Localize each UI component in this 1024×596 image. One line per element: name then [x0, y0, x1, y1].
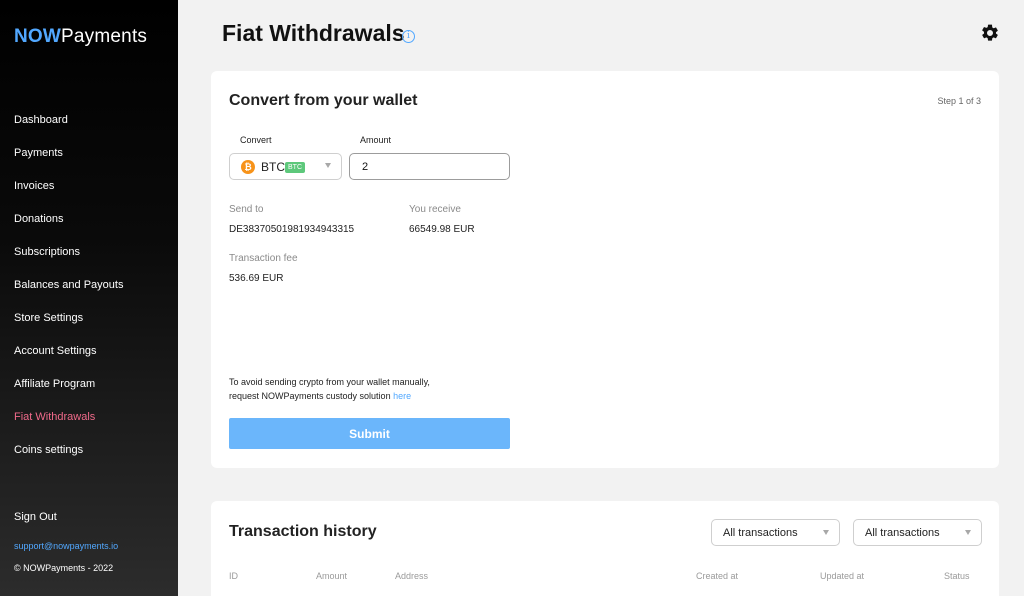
sidebar-item-account-settings[interactable]: Account Settings — [14, 341, 123, 374]
sidebar-item-donations[interactable]: Donations — [14, 209, 123, 242]
sidebar-nav: Dashboard Payments Invoices Donations Su… — [14, 110, 123, 473]
custody-here-link[interactable]: here — [393, 391, 411, 401]
copyright-text: © NOWPayments - 2022 — [14, 563, 114, 573]
currency-select-value: BTC — [261, 160, 285, 174]
custody-note-line2: request NOWPayments custody solution — [229, 391, 394, 401]
convert-card: Convert from your wallet Step 1 of 3 Con… — [211, 71, 999, 468]
bitcoin-icon: ₿ — [241, 160, 255, 174]
column-header-address[interactable]: Address — [395, 571, 428, 581]
brand-logo[interactable]: NOWPayments — [14, 26, 147, 48]
sidebar-item-fiat-withdrawals[interactable]: Fiat Withdrawals — [14, 407, 123, 440]
transaction-filter-1[interactable]: All transactions — [711, 519, 840, 546]
sidebar-item-coins-settings[interactable]: Coins settings — [14, 440, 123, 473]
column-header-status[interactable]: Status — [944, 571, 970, 581]
amount-label: Amount — [360, 135, 392, 145]
currency-select[interactable]: ₿ BTC BTC — [229, 153, 342, 180]
sidebar: NOWPayments Dashboard Payments Invoices … — [0, 0, 178, 596]
sidebar-item-dashboard[interactable]: Dashboard — [14, 110, 123, 143]
custody-note: To avoid sending crypto from your wallet… — [229, 375, 430, 403]
amount-input[interactable] — [349, 153, 510, 180]
column-header-amount[interactable]: Amount — [316, 571, 347, 581]
column-header-updated-at[interactable]: Updated at — [820, 571, 864, 581]
page-title: Fiat Withdrawals — [222, 20, 405, 46]
step-indicator: Step 1 of 3 — [937, 96, 981, 106]
history-card: Transaction history All transactions All… — [211, 501, 999, 596]
brand-logo-part2: Payments — [61, 26, 148, 47]
chevron-down-icon — [823, 530, 829, 535]
chevron-down-icon — [965, 530, 971, 535]
sidebar-item-affiliate-program[interactable]: Affiliate Program — [14, 374, 123, 407]
convert-label: Convert — [240, 135, 272, 145]
fee-value: 536.69 EUR — [229, 273, 284, 284]
receive-label: You receive — [409, 204, 461, 215]
info-icon[interactable]: i — [402, 30, 415, 43]
sidebar-item-subscriptions[interactable]: Subscriptions — [14, 242, 123, 275]
sidebar-item-balances-and-payouts[interactable]: Balances and Payouts — [14, 275, 123, 308]
transaction-filter-2-value: All transactions — [865, 527, 940, 539]
custody-note-line1: To avoid sending crypto from your wallet… — [229, 377, 430, 387]
history-card-title: Transaction history — [229, 523, 377, 540]
transaction-filter-2[interactable]: All transactions — [853, 519, 982, 546]
sign-out-link[interactable]: Sign Out — [14, 511, 57, 523]
transaction-filter-1-value: All transactions — [723, 527, 798, 539]
support-email-link[interactable]: support@nowpayments.io — [14, 541, 118, 551]
currency-badge: BTC — [285, 162, 305, 173]
submit-button[interactable]: Submit — [229, 418, 510, 449]
column-header-created-at[interactable]: Created at — [696, 571, 738, 581]
sidebar-item-store-settings[interactable]: Store Settings — [14, 308, 123, 341]
send-to-value: DE38370501981934943315 — [229, 224, 355, 235]
convert-card-title: Convert from your wallet — [229, 92, 418, 109]
sidebar-item-payments[interactable]: Payments — [14, 143, 123, 176]
receive-value: 66549.98 EUR — [409, 224, 475, 235]
send-to-label: Send to — [229, 204, 264, 215]
sidebar-item-invoices[interactable]: Invoices — [14, 176, 123, 209]
column-header-id[interactable]: ID — [229, 571, 238, 581]
brand-logo-part1: NOW — [14, 26, 62, 47]
gear-icon[interactable] — [980, 23, 1000, 43]
fee-label: Transaction fee — [229, 253, 298, 264]
chevron-down-icon — [325, 163, 331, 168]
